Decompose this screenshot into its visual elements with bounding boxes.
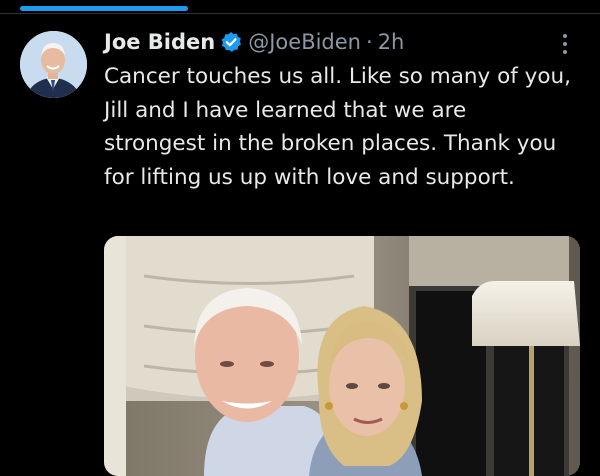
more-options-icon[interactable] [558, 30, 572, 58]
tweet-header: Joe Biden @JoeBiden · 2h [104, 26, 404, 58]
avatar[interactable] [20, 31, 87, 98]
top-progress-indicator [20, 6, 188, 11]
display-name[interactable]: Joe Biden [104, 30, 215, 54]
separator-dot: · [366, 30, 373, 54]
tweet-photo[interactable] [104, 236, 580, 476]
timestamp[interactable]: 2h [378, 30, 405, 54]
header-divider [0, 13, 600, 14]
user-handle[interactable]: @JoeBiden [248, 30, 361, 54]
tweet-text: Cancer touches us all. Like so many of y… [104, 64, 571, 190]
verified-badge-icon [220, 31, 242, 53]
